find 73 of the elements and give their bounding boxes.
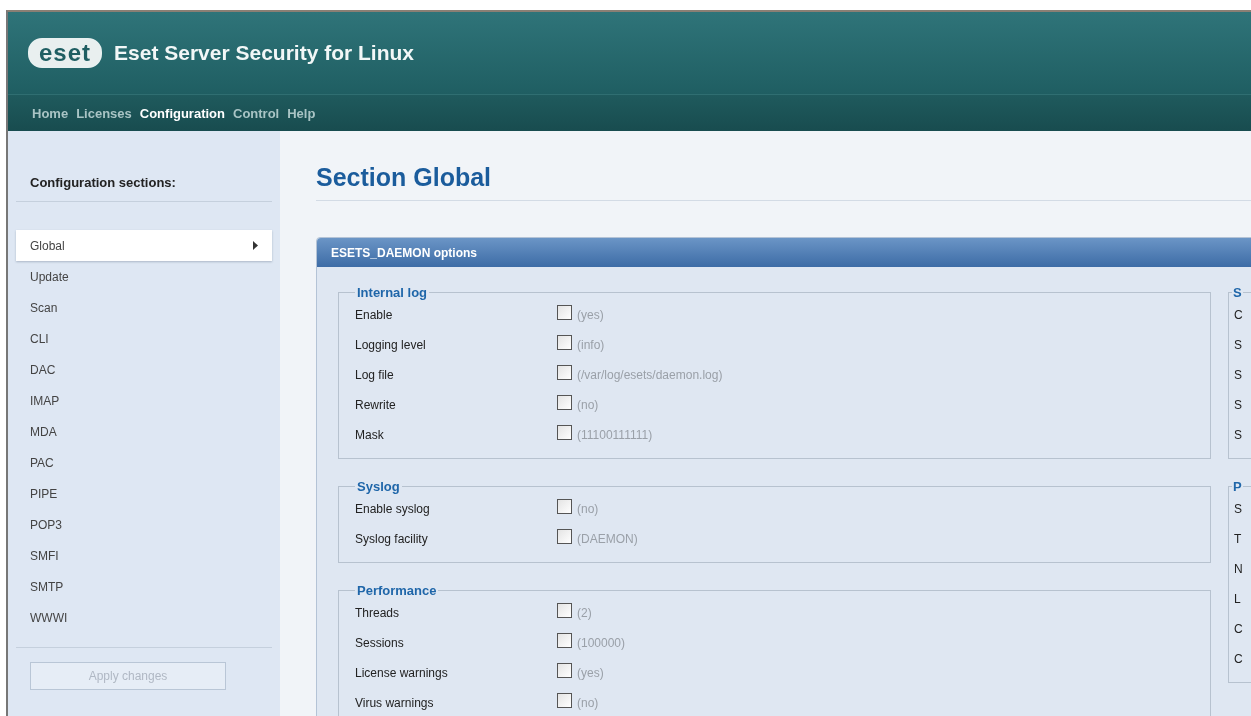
option-label: Virus warnings — [355, 696, 435, 710]
sidebar-item[interactable]: IMAP — [16, 385, 272, 416]
default-value: (yes) — [577, 308, 604, 322]
nav-link[interactable]: Help — [287, 105, 316, 121]
default-value: (no) — [577, 398, 599, 412]
option-label: Logging level — [355, 338, 427, 352]
checkbox[interactable] — [557, 364, 572, 380]
sidebar-item[interactable]: POP3 — [16, 509, 272, 540]
sidebar-item[interactable]: DAC — [16, 354, 272, 385]
option-label: License warnings — [355, 666, 449, 680]
arrow-icon — [253, 241, 258, 250]
sidebar-item[interactable]: PAC — [16, 447, 272, 478]
option-label: L — [1234, 592, 1241, 606]
option-label: S — [1234, 338, 1242, 352]
sidebar-item[interactable]: MDA — [16, 416, 272, 447]
group-title: Syslog — [356, 479, 401, 494]
option-label: S — [1234, 398, 1242, 412]
option-label: C — [1234, 622, 1243, 636]
option-label: T — [1234, 532, 1242, 546]
nav-link[interactable]: Licenses — [76, 105, 132, 121]
option-label: S — [1234, 502, 1242, 516]
sidebar-item[interactable]: WWWI — [16, 602, 272, 633]
default-value: (2) — [577, 606, 592, 620]
page-title: Section Global — [316, 131, 1251, 201]
nav-link[interactable]: Configuration — [139, 105, 225, 121]
checkbox[interactable] — [557, 394, 572, 410]
nav-link[interactable]: Home — [32, 105, 69, 121]
sidebar-item[interactable]: Scan — [16, 292, 272, 323]
option-label: Enable syslog — [355, 502, 431, 516]
option-label: N — [1234, 562, 1243, 576]
default-value: (info) — [577, 338, 605, 352]
checkbox[interactable] — [557, 602, 572, 618]
sidebar-item[interactable]: SMTP — [16, 571, 272, 602]
checkbox[interactable] — [557, 632, 572, 648]
option-label: Syslog facility — [355, 532, 429, 546]
checkbox[interactable] — [557, 662, 572, 678]
sidebar-item[interactable]: CLI — [16, 323, 272, 354]
group-title: P — [1232, 479, 1243, 494]
app-title: Eset Server Security for Linux — [114, 41, 414, 65]
sidebar-item[interactable]: Global — [16, 230, 272, 261]
option-label: S — [1234, 428, 1242, 442]
default-value: (DAEMON) — [577, 532, 638, 546]
nav-link[interactable]: Control — [233, 105, 280, 121]
option-label: Log file — [355, 368, 395, 382]
sidebar-item[interactable]: PIPE — [16, 478, 272, 509]
sidebar-item[interactable]: SMFI — [16, 540, 272, 571]
option-label: C — [1234, 652, 1243, 666]
option-label: Mask — [355, 428, 385, 442]
checkbox[interactable] — [557, 498, 572, 514]
default-value: (no) — [577, 502, 599, 516]
group-title: S — [1232, 285, 1243, 300]
group-title: Performance — [356, 583, 438, 598]
checkbox[interactable] — [557, 692, 572, 708]
default-value: (100000) — [577, 636, 626, 650]
option-label: S — [1234, 368, 1242, 382]
option-label: Sessions — [355, 636, 405, 650]
checkbox[interactable] — [557, 528, 572, 544]
panel-header: ESETS_DAEMON options — [317, 238, 1251, 267]
option-label: C — [1234, 308, 1243, 322]
checkbox[interactable] — [557, 424, 572, 440]
group-title: Internal log — [356, 285, 429, 300]
sidebar-heading: Configuration sections: — [16, 131, 272, 202]
option-label: Enable — [355, 308, 394, 322]
logo: eset — [28, 38, 103, 68]
sidebar-item[interactable]: Update — [16, 261, 272, 292]
default-value: (/var/log/esets/daemon.log) — [577, 368, 723, 382]
default-value: (no) — [577, 696, 599, 710]
default-value: (11100111111) — [577, 428, 653, 442]
option-label: Rewrite — [355, 398, 397, 412]
option-label: Threads — [355, 606, 401, 620]
default-value: (yes) — [577, 666, 604, 680]
checkbox[interactable] — [557, 304, 572, 320]
checkbox[interactable] — [557, 334, 572, 350]
